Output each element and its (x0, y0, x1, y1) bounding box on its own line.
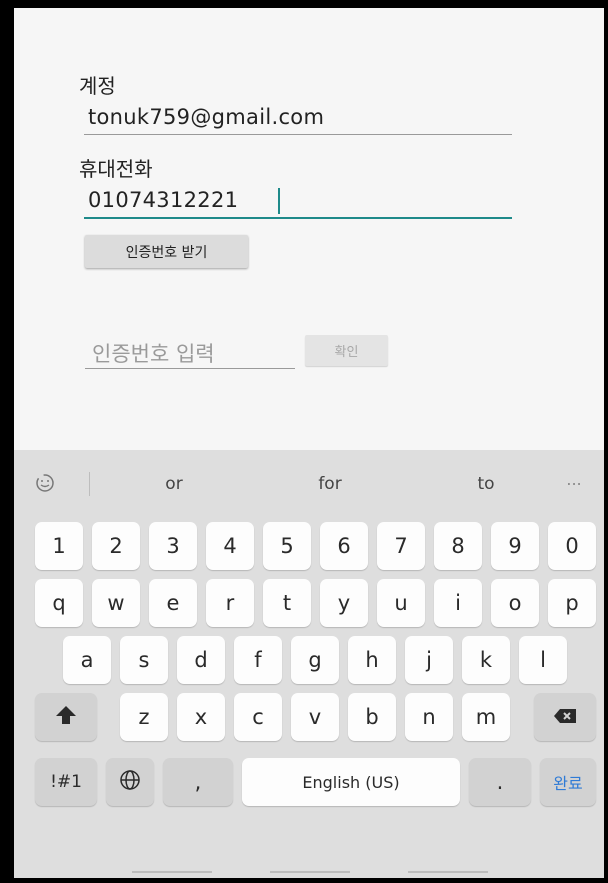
key-q[interactable]: q (35, 579, 83, 627)
key-v[interactable]: v (291, 693, 339, 741)
key-u[interactable]: u (377, 579, 425, 627)
get-code-button[interactable]: 인증번호 받기 (85, 235, 248, 268)
key-3[interactable]: 3 (149, 522, 197, 570)
key-i[interactable]: i (434, 579, 482, 627)
key-c[interactable]: c (234, 693, 282, 741)
key-s[interactable]: s (120, 636, 168, 684)
key-g[interactable]: g (291, 636, 339, 684)
suggestion-2[interactable]: for (290, 474, 370, 494)
more-options-icon[interactable]: ... (559, 470, 589, 489)
key-f[interactable]: f (234, 636, 282, 684)
phone-field[interactable]: 01074312221 (88, 188, 238, 212)
key-9[interactable]: 9 (491, 522, 539, 570)
emoji-icon[interactable] (34, 472, 56, 494)
key-b[interactable]: b (348, 693, 396, 741)
globe-icon (118, 768, 142, 797)
keyboard: or for to ... 1 2 3 4 5 6 7 8 9 0 q w e … (14, 450, 604, 878)
key-4[interactable]: 4 (206, 522, 254, 570)
nav-indicator-left (132, 871, 212, 873)
key-l[interactable]: l (519, 636, 567, 684)
nav-indicator-right (408, 871, 488, 873)
suggestion-1[interactable]: or (134, 474, 214, 494)
key-6[interactable]: 6 (320, 522, 368, 570)
phone-field-underline (84, 217, 512, 219)
key-n[interactable]: n (405, 693, 453, 741)
key-x[interactable]: x (177, 693, 225, 741)
symbols-key[interactable]: !#1 (35, 758, 97, 806)
key-2[interactable]: 2 (92, 522, 140, 570)
key-a[interactable]: a (63, 636, 111, 684)
backspace-key[interactable] (534, 693, 596, 741)
period-key[interactable]: . (469, 758, 531, 806)
account-label: 계정 (79, 74, 116, 98)
key-5[interactable]: 5 (263, 522, 311, 570)
screen: 계정 tonuk759@gmail.com 휴대전화 01074312221 인… (14, 8, 604, 878)
key-y[interactable]: y (320, 579, 368, 627)
key-h[interactable]: h (348, 636, 396, 684)
comma-key[interactable]: , (163, 758, 233, 806)
key-1[interactable]: 1 (35, 522, 83, 570)
nav-indicator-center (270, 871, 350, 873)
key-0[interactable]: 0 (548, 522, 596, 570)
key-z[interactable]: z (120, 693, 168, 741)
suggestion-bar: or for to ... (14, 450, 604, 520)
key-m[interactable]: m (462, 693, 510, 741)
key-t[interactable]: t (263, 579, 311, 627)
shift-key[interactable] (35, 693, 97, 741)
code-input[interactable]: 인증번호 입력 (92, 338, 215, 368)
phone-label: 휴대전화 (79, 157, 153, 181)
backspace-icon (553, 705, 577, 729)
key-d[interactable]: d (177, 636, 225, 684)
suggestion-3[interactable]: to (446, 474, 526, 494)
key-o[interactable]: o (491, 579, 539, 627)
key-w[interactable]: w (92, 579, 140, 627)
code-input-underline (85, 368, 295, 369)
language-key[interactable] (106, 758, 154, 806)
space-key[interactable]: English (US) (242, 758, 460, 806)
key-8[interactable]: 8 (434, 522, 482, 570)
key-k[interactable]: k (462, 636, 510, 684)
account-field[interactable]: tonuk759@gmail.com (88, 105, 324, 129)
confirm-button[interactable]: 확인 (305, 335, 388, 366)
account-field-underline (84, 134, 512, 135)
shift-icon (55, 705, 77, 730)
text-cursor (278, 188, 280, 214)
key-e[interactable]: e (149, 579, 197, 627)
key-r[interactable]: r (206, 579, 254, 627)
suggestion-divider (89, 472, 90, 496)
key-p[interactable]: p (548, 579, 596, 627)
key-7[interactable]: 7 (377, 522, 425, 570)
done-key[interactable]: 완료 (540, 758, 596, 806)
key-j[interactable]: j (405, 636, 453, 684)
